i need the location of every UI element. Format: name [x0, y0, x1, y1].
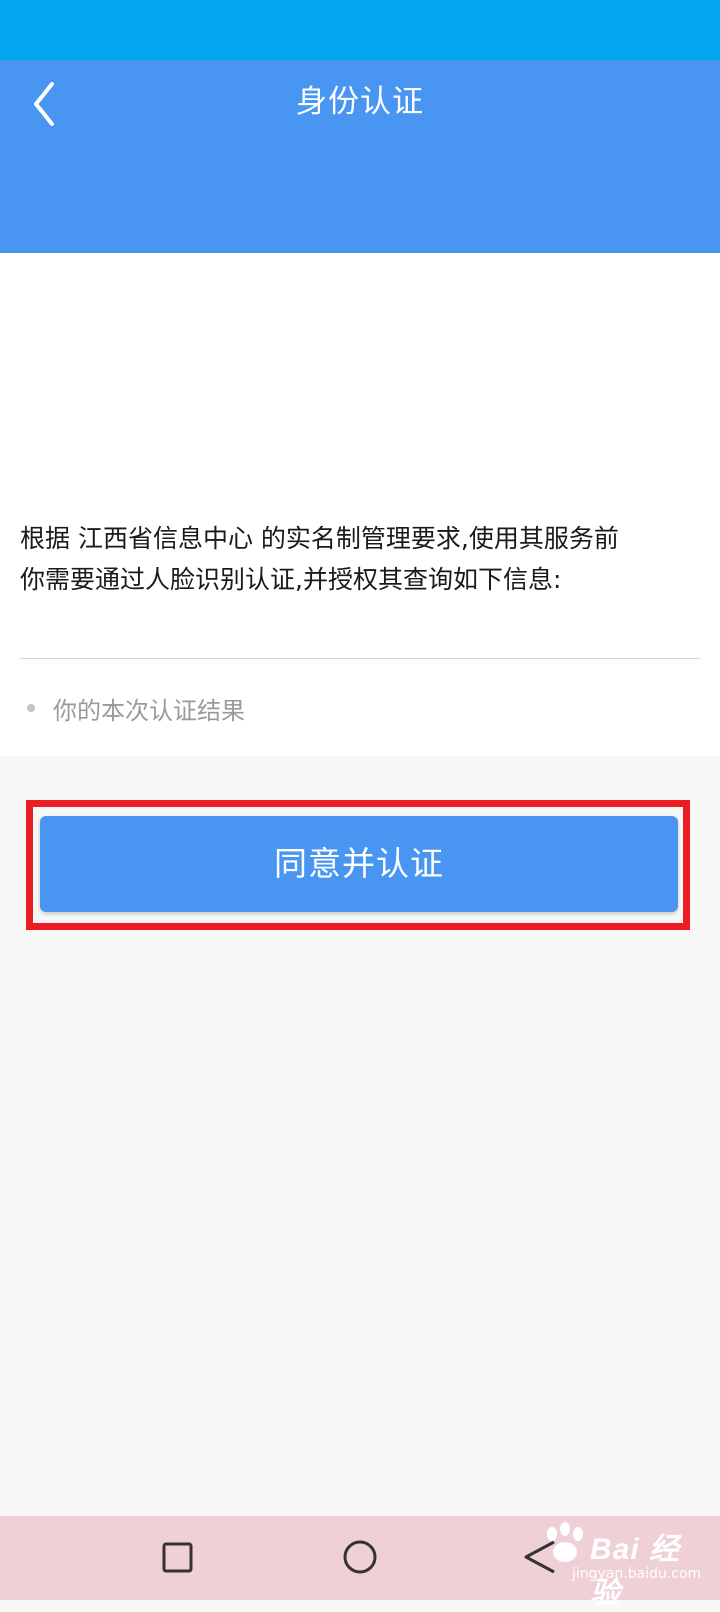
info-item-label: 你的本次认证结果	[53, 696, 245, 725]
bullet-icon	[27, 704, 35, 712]
watermark-url: jingyan.baidu.com	[572, 1566, 702, 1582]
agree-and-verify-button[interactable]: 同意并认证	[40, 816, 678, 912]
square-icon	[156, 1542, 200, 1584]
home-button[interactable]	[338, 1536, 382, 1580]
status-bar	[0, 0, 720, 60]
header: 身份认证	[0, 60, 720, 253]
list-item: 你的本次认证结果	[27, 691, 245, 725]
baidu-watermark: Bai 经验 jingyan.baidu.com	[538, 1518, 706, 1610]
page-title: 身份认证	[296, 84, 424, 120]
consent-description: 根据 江西省信息中心 的实名制管理要求,使用其服务前 你需要通过人脸识别认证,并…	[20, 524, 619, 594]
divider	[20, 658, 700, 659]
circle-icon	[338, 1540, 382, 1584]
recent-apps-button[interactable]	[156, 1536, 200, 1580]
consent-panel: 根据 江西省信息中心 的实名制管理要求,使用其服务前 你需要通过人脸识别认证,并…	[0, 253, 720, 756]
